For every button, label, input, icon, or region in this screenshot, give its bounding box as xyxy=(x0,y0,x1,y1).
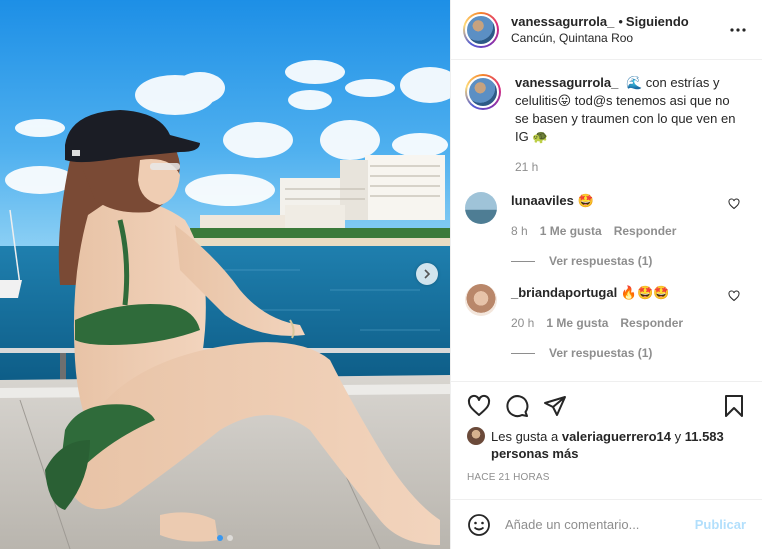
paper-plane-icon[interactable] xyxy=(543,394,567,418)
next-photo-button[interactable] xyxy=(416,263,438,285)
comment-likes[interactable]: 1 Me gusta xyxy=(546,316,608,330)
carousel-dot-active xyxy=(217,535,223,541)
reply-button[interactable]: Responder xyxy=(614,224,677,238)
comment-input[interactable] xyxy=(505,517,695,532)
post-location[interactable]: Cancún, Quintana Roo xyxy=(511,30,726,47)
likes-summary: Les gusta a valeriaguerrero14 y 11.583 p… xyxy=(467,427,746,462)
carousel-dot xyxy=(227,535,233,541)
reply-button[interactable]: Responder xyxy=(620,316,683,330)
author-username[interactable]: vanessagurrola_ xyxy=(511,14,614,29)
comment-item: lunaaviles 🤩 8 h 1 Me gusta Responder Ve… xyxy=(465,192,748,268)
likes-prefix: Les gusta a xyxy=(491,429,559,444)
comment-text: 🤩 xyxy=(577,193,594,208)
publish-button[interactable]: Publicar xyxy=(695,517,746,532)
bookmark-icon[interactable] xyxy=(722,394,746,418)
post-photo[interactable] xyxy=(0,0,450,549)
caption-avatar[interactable] xyxy=(465,74,501,110)
comment-bubble-icon[interactable] xyxy=(505,394,529,418)
carousel-dots xyxy=(0,535,450,541)
author-avatar[interactable] xyxy=(463,11,499,48)
post-actions-section: Les gusta a valeriaguerrero14 y 11.583 p… xyxy=(451,381,762,499)
comments-list[interactable]: vanessagurrola_ 🌊 con estrías y celuliti… xyxy=(451,60,762,381)
liker-username[interactable]: valeriaguerrero14 xyxy=(562,429,671,444)
photo-scene xyxy=(0,0,450,549)
comment-like-icon[interactable] xyxy=(728,198,740,210)
comment-likes[interactable]: 1 Me gusta xyxy=(540,224,602,238)
post-side-panel: vanessagurrola_ • Siguiendo Cancún, Quinta… xyxy=(450,0,762,549)
heart-icon[interactable] xyxy=(467,394,491,418)
view-replies-label: Ver respuestas (1) xyxy=(549,346,653,360)
view-replies-button[interactable]: Ver respuestas (1) xyxy=(511,346,748,360)
caption: vanessagurrola_ 🌊 con estrías y celuliti… xyxy=(465,74,748,176)
commenter-avatar[interactable] xyxy=(465,284,497,316)
view-replies-button[interactable]: Ver respuestas (1) xyxy=(511,254,748,268)
caption-time[interactable]: 21 h xyxy=(515,158,745,176)
comment-time[interactable]: 8 h xyxy=(511,224,528,238)
caption-username[interactable]: vanessagurrola_ xyxy=(515,75,618,90)
replies-line xyxy=(511,260,535,262)
commenter-username[interactable]: lunaaviles xyxy=(511,193,574,208)
replies-line xyxy=(511,352,535,354)
instagram-post: vanessagurrola_ • Siguiendo Cancún, Quinta… xyxy=(0,0,762,549)
post-header: vanessagurrola_ • Siguiendo Cancún, Quinta… xyxy=(451,0,762,60)
liker-avatar[interactable] xyxy=(467,427,485,445)
comment-time[interactable]: 20 h xyxy=(511,316,534,330)
commenter-username[interactable]: _briandaportugal xyxy=(511,285,617,300)
more-options-button[interactable] xyxy=(726,18,750,42)
view-replies-label: Ver respuestas (1) xyxy=(549,254,653,268)
author-info: vanessagurrola_ • Siguiendo Cancún, Quinta… xyxy=(511,13,726,47)
post-time[interactable]: HACE 21 HORAS xyxy=(467,472,746,483)
smiley-icon[interactable] xyxy=(467,513,491,537)
commenter-avatar[interactable] xyxy=(465,192,497,224)
comment-text: 🔥🤩🤩 xyxy=(620,285,670,300)
action-bar xyxy=(467,384,746,428)
comment-item: _briandaportugal 🔥🤩🤩 20 h 1 Me gusta Res… xyxy=(465,284,748,360)
separator-dot: • xyxy=(618,13,623,29)
chevron-right-icon xyxy=(424,269,431,279)
more-options-icon xyxy=(730,27,746,32)
add-comment-bar: Publicar xyxy=(451,499,762,549)
likes-connector: y xyxy=(674,429,682,444)
follow-status-button[interactable]: Siguiendo xyxy=(626,14,689,29)
comment-like-icon[interactable] xyxy=(728,290,740,302)
